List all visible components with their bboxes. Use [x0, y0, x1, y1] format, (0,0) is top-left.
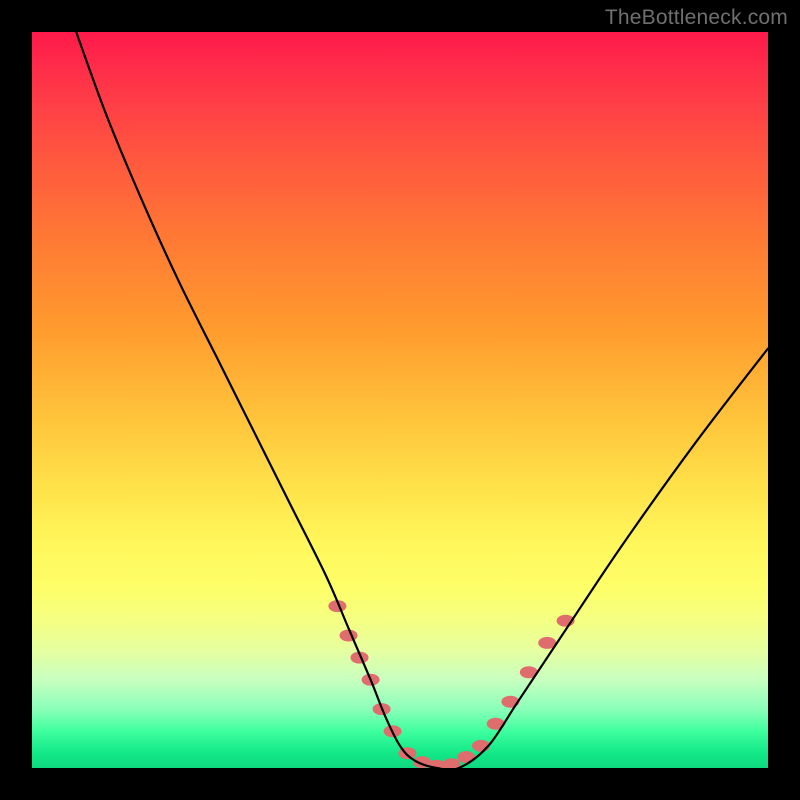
marker-dot	[340, 630, 358, 642]
attribution-label: TheBottleneck.com	[605, 6, 788, 30]
bottleneck-curve	[76, 32, 768, 768]
plot-area	[32, 32, 768, 768]
marker-dots	[328, 600, 574, 768]
marker-dot	[443, 758, 461, 768]
curve-layer	[32, 32, 768, 768]
chart-frame: TheBottleneck.com	[0, 0, 800, 800]
